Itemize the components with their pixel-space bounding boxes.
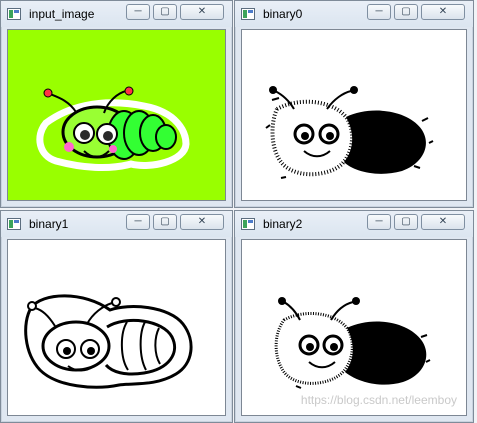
binary0-image [265,86,434,179]
close-icon: ✕ [197,216,207,227]
maximize-icon: ▢ [401,216,411,227]
antenna-tip-left [43,88,53,98]
window-binary1: binary1 ─ ▢ ✕ [0,210,233,423]
binary0-pupil-left [301,132,309,140]
cheek-left [64,142,74,152]
minimize-button[interactable]: ─ [126,4,150,20]
window-app-icon [7,218,21,230]
input-caterpillar-image [36,86,190,172]
maximize-button[interactable]: ▢ [153,214,177,230]
window-title: binary0 [263,7,303,21]
window-controls: ─ ▢ ✕ [126,4,226,22]
window-title: binary1 [29,217,69,231]
binary1-segments [120,321,161,371]
pupil-right [103,131,113,141]
window-binary0: binary0 ─ ▢ ✕ [234,0,474,208]
maximize-icon: ▢ [401,6,411,17]
window-title: binary2 [263,217,303,231]
close-icon: ✕ [438,216,448,227]
binary0-antenna-tip-right [350,86,358,94]
minimize-icon: ─ [375,216,383,227]
minimize-icon: ─ [375,6,383,17]
binary2-image [274,297,431,389]
binary1-pupil-right [87,347,95,355]
minimize-button[interactable]: ─ [367,4,391,20]
close-button[interactable]: ✕ [180,4,224,20]
binary2-pupil-right [330,343,338,351]
window-controls: ─ ▢ ✕ [367,214,467,232]
binary0-antenna-tip-left [269,86,277,94]
window-app-icon [7,8,21,20]
cheek-right [109,145,117,153]
maximize-icon: ▢ [160,6,170,17]
window-title: input_image [29,7,95,21]
minimize-icon: ─ [134,6,142,17]
binary0-pupil-right [326,132,334,140]
titlebar[interactable]: binary0 ─ ▢ ✕ [235,1,473,27]
binary0-canvas [241,29,467,201]
binary2-antenna-tip-right [352,297,360,305]
window-controls: ─ ▢ ✕ [126,214,226,232]
minimize-button[interactable]: ─ [367,214,391,230]
close-button[interactable]: ✕ [421,4,465,20]
window-binary2: binary2 ─ ▢ ✕ https://blog.csdn.net/leem… [234,210,474,423]
titlebar[interactable]: input_image ─ ▢ ✕ [1,1,232,27]
binary1-antenna-left [34,307,56,327]
binary2-antenna-right [330,301,354,321]
close-icon: ✕ [438,6,448,17]
binary1-antenna-tip-left [27,301,37,311]
window-input-image: input_image ─ ▢ ✕ [0,0,233,208]
binary1-antenna-right [86,302,113,325]
maximize-icon: ▢ [160,216,170,227]
body-segment [155,124,177,150]
window-app-icon [241,218,255,230]
watermark-text: https://blog.csdn.net/leemboy [300,393,457,407]
maximize-button[interactable]: ▢ [153,4,177,20]
binary1-image [24,294,193,389]
window-controls: ─ ▢ ✕ [367,4,467,22]
maximize-button[interactable]: ▢ [394,214,418,230]
minimize-button[interactable]: ─ [126,214,150,230]
close-icon: ✕ [197,6,207,17]
input-image-canvas [7,29,226,201]
minimize-icon: ─ [134,216,142,227]
binary1-pupil-left [63,347,71,355]
binary1-canvas [7,239,226,416]
antenna-tip-right [124,86,134,96]
binary2-pupil-left [306,343,314,351]
close-button[interactable]: ✕ [180,214,224,230]
pupil-left [80,130,90,140]
binary1-antenna-tip-right [111,297,121,307]
titlebar[interactable]: binary1 ─ ▢ ✕ [1,211,232,237]
window-app-icon [241,8,255,20]
titlebar[interactable]: binary2 ─ ▢ ✕ [235,211,473,237]
close-button[interactable]: ✕ [421,214,465,230]
binary2-body [345,321,427,385]
maximize-button[interactable]: ▢ [394,4,418,20]
binary0-body [344,110,426,174]
binary2-canvas: https://blog.csdn.net/leemboy [241,239,467,416]
binary2-antenna-tip-left [278,297,286,305]
